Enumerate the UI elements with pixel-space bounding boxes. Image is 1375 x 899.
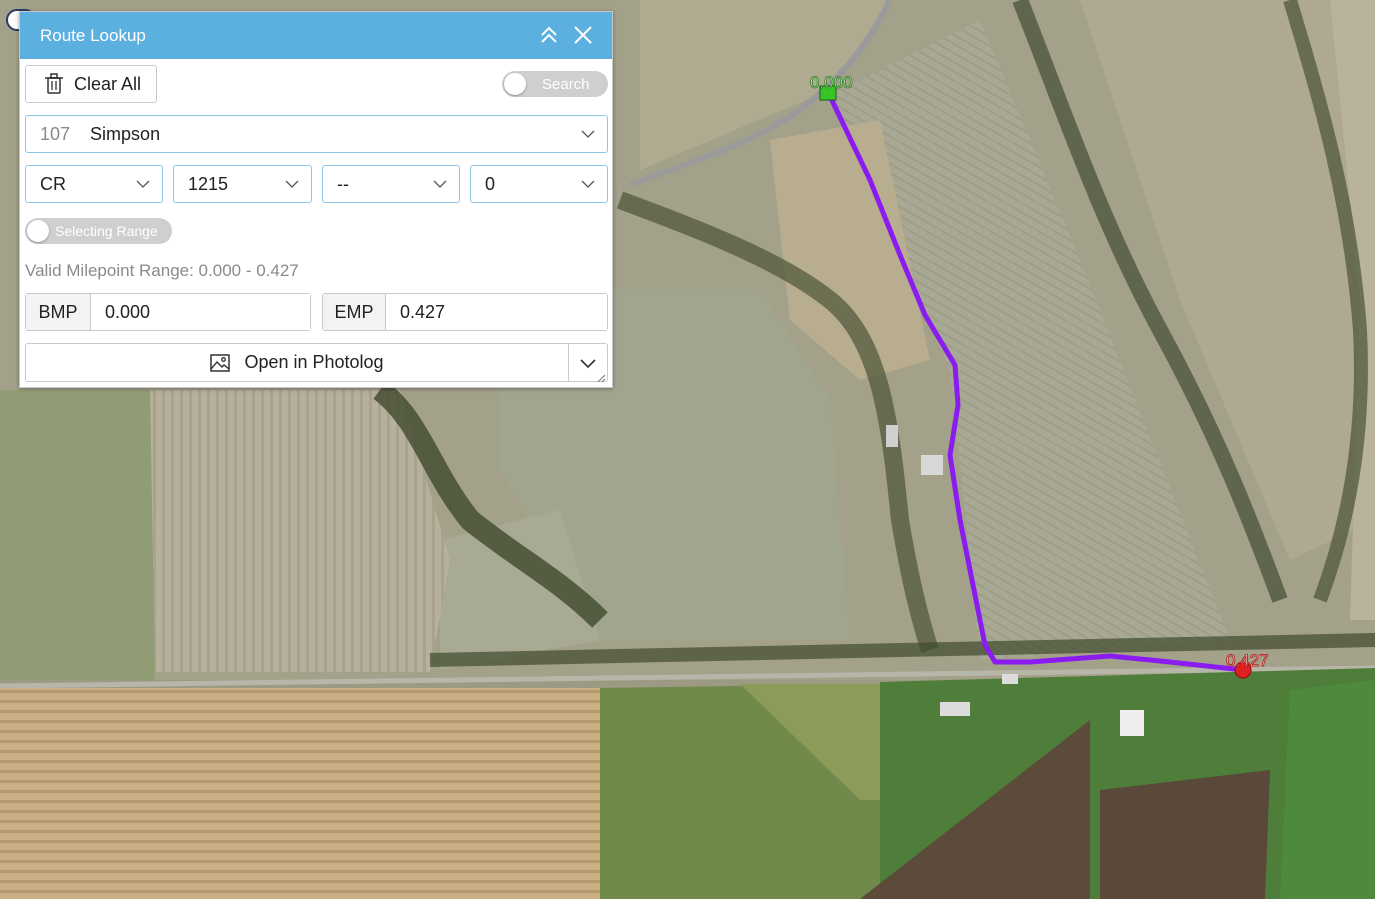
start-label: 0.000 [810, 73, 853, 92]
building [1002, 674, 1018, 684]
bmp-group: BMP [25, 293, 311, 331]
close-icon[interactable] [572, 24, 594, 46]
collapse-up-icon[interactable] [538, 24, 560, 46]
building [886, 425, 898, 447]
route-number-select[interactable]: 1215 [173, 165, 312, 203]
field [1100, 770, 1270, 899]
building [1120, 710, 1144, 736]
route-lookup-panel: Route Lookup Clear All Search 107 Simpso… [19, 11, 613, 388]
search-toggle[interactable]: Search [502, 71, 608, 97]
chevron-down-icon [136, 180, 150, 188]
search-toggle-label: Search [542, 75, 590, 93]
panel-header: Route Lookup [20, 12, 612, 59]
chevron-down-icon [581, 130, 595, 138]
route-suffix-select[interactable]: -- [322, 165, 460, 203]
route-suffix-value: -- [337, 173, 349, 194]
field [1280, 680, 1375, 899]
chevron-down-icon [285, 180, 299, 188]
bmp-label: BMP [26, 294, 91, 330]
clear-all-button[interactable]: Clear All [25, 65, 157, 103]
photolog-split-button: Open in Photolog [25, 343, 608, 382]
image-icon [210, 353, 231, 372]
route-prefix-select[interactable]: CR [25, 165, 163, 203]
chevron-down-icon [580, 358, 596, 368]
selecting-range-label: Selecting Range [55, 223, 158, 239]
valid-range-text: Valid Milepoint Range: 0.000 - 0.427 [25, 261, 299, 280]
route-name: Simpson [90, 123, 161, 144]
route-number: 107 [40, 123, 71, 144]
toggle-knob [504, 73, 526, 95]
toggle-knob [27, 220, 49, 242]
emp-input[interactable] [386, 294, 607, 330]
route-number-value: 1215 [188, 173, 229, 194]
chevron-down-icon [581, 180, 595, 188]
building [940, 702, 970, 716]
end-label: 0.427 [1226, 651, 1269, 670]
route-section-value: 0 [485, 173, 496, 194]
field [0, 390, 155, 680]
route-section-select[interactable]: 0 [470, 165, 608, 203]
clear-all-label: Clear All [74, 73, 142, 94]
panel-title: Route Lookup [40, 25, 146, 45]
bmp-input[interactable] [91, 294, 310, 330]
field [0, 688, 600, 899]
selecting-range-toggle[interactable]: Selecting Range [25, 218, 172, 244]
open-in-photolog-button[interactable]: Open in Photolog [26, 344, 568, 381]
building [921, 455, 943, 475]
emp-group: EMP [322, 293, 608, 331]
resize-grip-icon[interactable] [596, 373, 606, 383]
route-prefix-value: CR [40, 173, 66, 194]
trash-icon [45, 73, 63, 94]
route-select[interactable]: 107 Simpson [25, 115, 608, 153]
chevron-down-icon [433, 180, 447, 188]
photolog-label: Open in Photolog [244, 352, 384, 372]
emp-label: EMP [323, 294, 386, 330]
